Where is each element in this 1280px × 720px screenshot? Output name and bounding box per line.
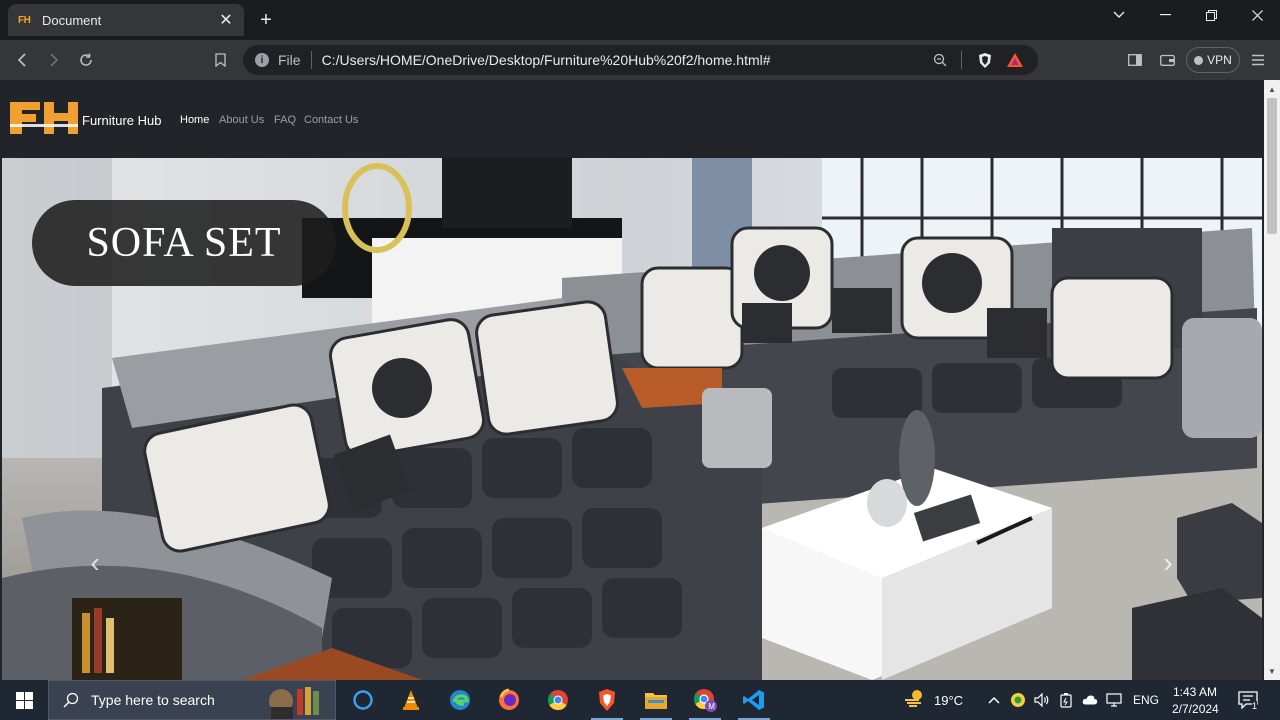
taskbar-search-box[interactable]: Type here to search <box>48 680 336 720</box>
windows-taskbar: Type here to search M 19°C ENG 1:43 AM 2… <box>0 680 1280 720</box>
scroll-down-icon[interactable]: ▼ <box>1264 664 1280 678</box>
reload-icon[interactable] <box>73 48 99 72</box>
close-window-button[interactable] <box>1234 0 1280 30</box>
windows-logo-icon <box>15 691 33 709</box>
address-bar[interactable]: i File C:/Users/HOME/OneDrive/Desktop/Fu… <box>243 45 1038 75</box>
vlc-icon[interactable] <box>387 680 435 720</box>
page-scrollbar[interactable]: ▲ ▼ <box>1264 80 1280 680</box>
brand-name[interactable]: Furniture Hub <box>82 113 161 128</box>
start-button[interactable] <box>0 680 48 720</box>
show-hidden-icons-chevron-icon[interactable] <box>986 692 1002 708</box>
tab-close-icon[interactable]: ✕ <box>218 10 234 30</box>
svg-text:M: M <box>708 702 715 711</box>
tab-search-chevron-icon[interactable] <box>1096 0 1142 30</box>
brave-rewards-icon[interactable] <box>1004 49 1026 71</box>
wallet-icon[interactable] <box>1154 48 1180 72</box>
cortana-icon[interactable] <box>339 680 387 720</box>
url-scheme: File <box>278 52 301 68</box>
tab-favicon: FH <box>18 14 31 26</box>
vpn-status-icon <box>1194 55 1204 65</box>
scroll-thumb[interactable] <box>1267 98 1277 234</box>
firefox-icon[interactable] <box>485 680 533 720</box>
search-placeholder: Type here to search <box>91 692 215 708</box>
battery-icon[interactable] <box>1058 692 1074 708</box>
vpn-label: VPN <box>1207 53 1232 67</box>
tab-title: Document <box>42 12 102 28</box>
brave-shields-icon[interactable] <box>974 49 996 71</box>
notification-count-badge: 1 <box>1252 701 1258 711</box>
furniture-hub-logo[interactable] <box>8 100 80 136</box>
url-divider <box>961 51 962 69</box>
nav-link-home[interactable]: Home <box>180 114 209 126</box>
menu-icon[interactable] <box>1245 48 1271 72</box>
search-icon <box>63 692 79 708</box>
url-divider <box>310 51 312 69</box>
file-explorer-icon[interactable] <box>632 680 680 720</box>
sidebar-icon[interactable] <box>1122 48 1148 72</box>
nav-link-contact[interactable]: Contact Us <box>304 114 358 126</box>
web-page: Furniture Hub Home About Us FAQ Contact … <box>0 80 1264 680</box>
network-icon[interactable] <box>1106 692 1122 708</box>
hero-title: SOFA SET <box>86 220 282 266</box>
new-tab-button[interactable]: + <box>256 8 276 32</box>
url-text[interactable]: C:/Users/HOME/OneDrive/Desktop/Furniture… <box>322 52 921 68</box>
browser-titlebar: FH Document ✕ + <box>0 0 1280 40</box>
weather-icon[interactable] <box>903 690 925 707</box>
brave-taskbar-icon[interactable] <box>583 680 631 720</box>
nav-link-faq[interactable]: FAQ <box>274 114 296 126</box>
input-language[interactable]: ENG <box>1133 693 1159 707</box>
carousel-prev-icon[interactable]: ‹ <box>80 547 110 578</box>
browser-tab[interactable]: FH Document ✕ <box>8 4 244 36</box>
zoom-icon[interactable] <box>929 49 951 71</box>
edge-icon[interactable] <box>436 680 484 720</box>
hero-carousel: SOFA SET ‹ › <box>2 158 1262 680</box>
vscode-icon[interactable] <box>730 680 778 720</box>
forward-icon[interactable] <box>41 48 67 72</box>
clock-date[interactable]: 2/7/2024 <box>1172 702 1219 716</box>
nav-link-about[interactable]: About Us <box>219 114 264 126</box>
bookmark-icon[interactable] <box>207 48 233 72</box>
volume-icon[interactable] <box>1034 692 1050 708</box>
weather-temperature[interactable]: 19°C <box>934 693 963 708</box>
hero-title-badge: SOFA SET <box>32 200 336 286</box>
site-navbar: Furniture Hub Home About Us FAQ Contact … <box>0 80 1264 158</box>
vpn-button[interactable]: VPN <box>1186 47 1240 73</box>
restore-button[interactable] <box>1188 0 1234 30</box>
search-highlight-illustration <box>269 687 319 719</box>
onedrive-icon[interactable] <box>1082 692 1098 708</box>
app-tray-icon[interactable] <box>1010 692 1026 708</box>
minimize-button[interactable] <box>1142 0 1188 30</box>
clock-time[interactable]: 1:43 AM <box>1173 685 1217 699</box>
chrome-profile-icon[interactable]: M <box>681 680 729 720</box>
carousel-next-icon[interactable]: › <box>1153 547 1183 578</box>
chrome-icon[interactable] <box>534 680 582 720</box>
site-info-icon[interactable]: i <box>255 53 269 67</box>
scroll-up-icon[interactable]: ▲ <box>1264 82 1280 96</box>
back-icon[interactable] <box>9 48 35 72</box>
